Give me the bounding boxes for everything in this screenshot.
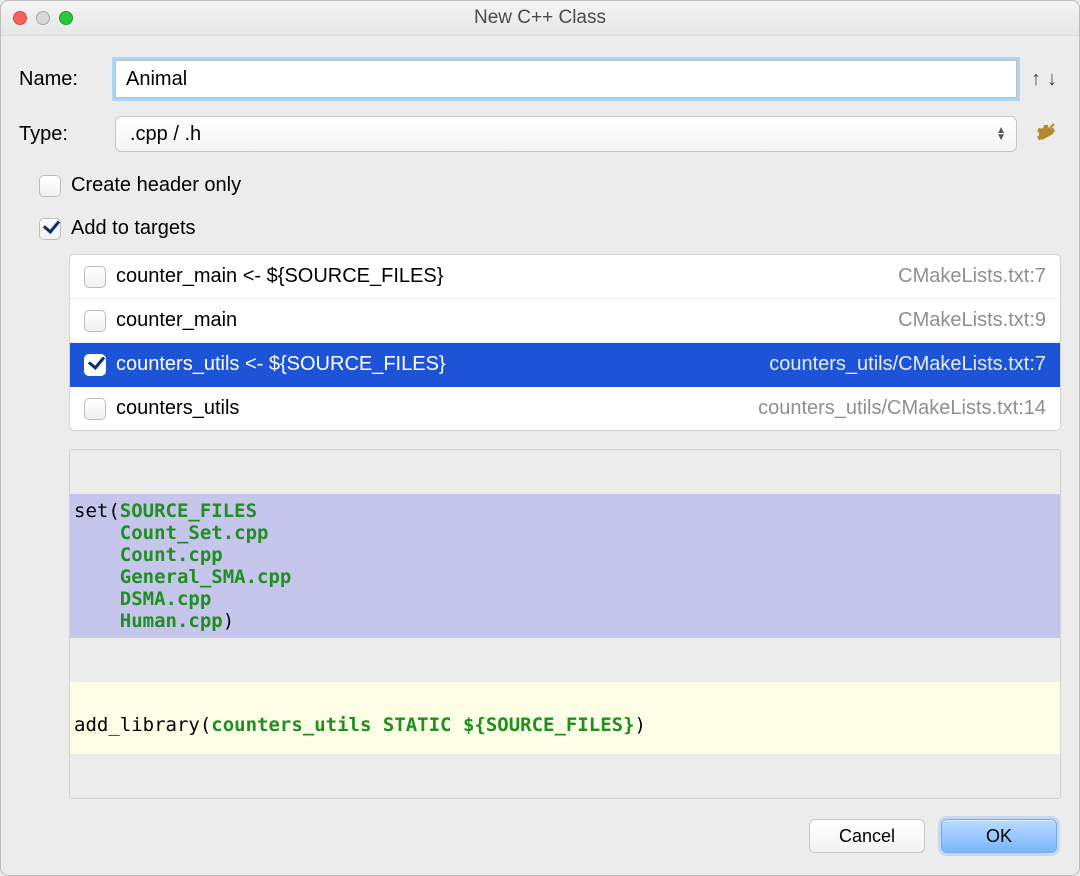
target-checkbox[interactable]	[84, 266, 106, 288]
settings-icon[interactable]	[1027, 122, 1061, 146]
target-row[interactable]: counters_utils counters_utils/CMakeLists.…	[70, 387, 1060, 430]
type-dropdown-value: .cpp / .h	[130, 123, 201, 146]
ok-button[interactable]: OK	[941, 819, 1057, 853]
target-path: CMakeLists.txt:9	[898, 309, 1046, 332]
targets-list: counter_main <- ${SOURCE_FILES} CMakeList…	[69, 254, 1061, 431]
sort-arrows-icon[interactable]: ↑↓	[1027, 68, 1061, 91]
target-checkbox[interactable]	[84, 310, 106, 332]
target-checkbox[interactable]	[84, 398, 106, 420]
type-label: Type:	[19, 123, 115, 146]
code-block-set: set(SOURCE_FILES Count_Set.cpp Count.cpp…	[70, 494, 1060, 638]
target-path: counters_utils/CMakeLists.txt:7	[769, 353, 1046, 376]
window-title: New C++ Class	[1, 7, 1079, 29]
code-block-addlib: add_library(counters_utils STATIC ${SOUR…	[70, 682, 1060, 754]
target-row[interactable]: counter_main <- ${SOURCE_FILES} CMakeList…	[70, 255, 1060, 299]
create-header-only-checkbox[interactable]	[39, 175, 61, 197]
create-header-only-row: Create header only	[19, 174, 1061, 197]
titlebar: New C++ Class	[1, 1, 1079, 36]
create-header-only-label: Create header only	[71, 174, 241, 197]
dialog-footer: Cancel OK	[1, 799, 1079, 875]
dialog-window: New C++ Class Name: ↑↓ Type: .cpp / .h ▲…	[0, 0, 1080, 876]
name-row: Name: ↑↓	[19, 60, 1061, 98]
cancel-button[interactable]: Cancel	[809, 819, 925, 853]
name-label: Name:	[19, 68, 115, 91]
target-label: counter_main	[116, 309, 888, 332]
add-to-targets-label: Add to targets	[71, 217, 196, 240]
target-label: counter_main <- ${SOURCE_FILES}	[116, 265, 888, 288]
chevron-updown-icon: ▲▼	[996, 127, 1006, 141]
target-path: CMakeLists.txt:7	[898, 265, 1046, 288]
add-to-targets-row: Add to targets	[19, 217, 1061, 240]
add-to-targets-checkbox[interactable]	[39, 218, 61, 240]
target-path: counters_utils/CMakeLists.txt:14	[758, 397, 1046, 420]
type-dropdown[interactable]: .cpp / .h ▲▼	[115, 116, 1017, 152]
name-input[interactable]	[115, 60, 1017, 98]
content-area: Name: ↑↓ Type: .cpp / .h ▲▼	[1, 36, 1079, 799]
target-label: counters_utils	[116, 397, 748, 420]
target-row[interactable]: counter_main CMakeLists.txt:9	[70, 299, 1060, 343]
code-preview: set(SOURCE_FILES Count_Set.cpp Count.cpp…	[69, 449, 1061, 799]
target-row[interactable]: counters_utils <- ${SOURCE_FILES} counter…	[70, 343, 1060, 387]
target-label: counters_utils <- ${SOURCE_FILES}	[116, 353, 759, 376]
type-row: Type: .cpp / .h ▲▼	[19, 116, 1061, 152]
target-checkbox[interactable]	[84, 354, 106, 376]
